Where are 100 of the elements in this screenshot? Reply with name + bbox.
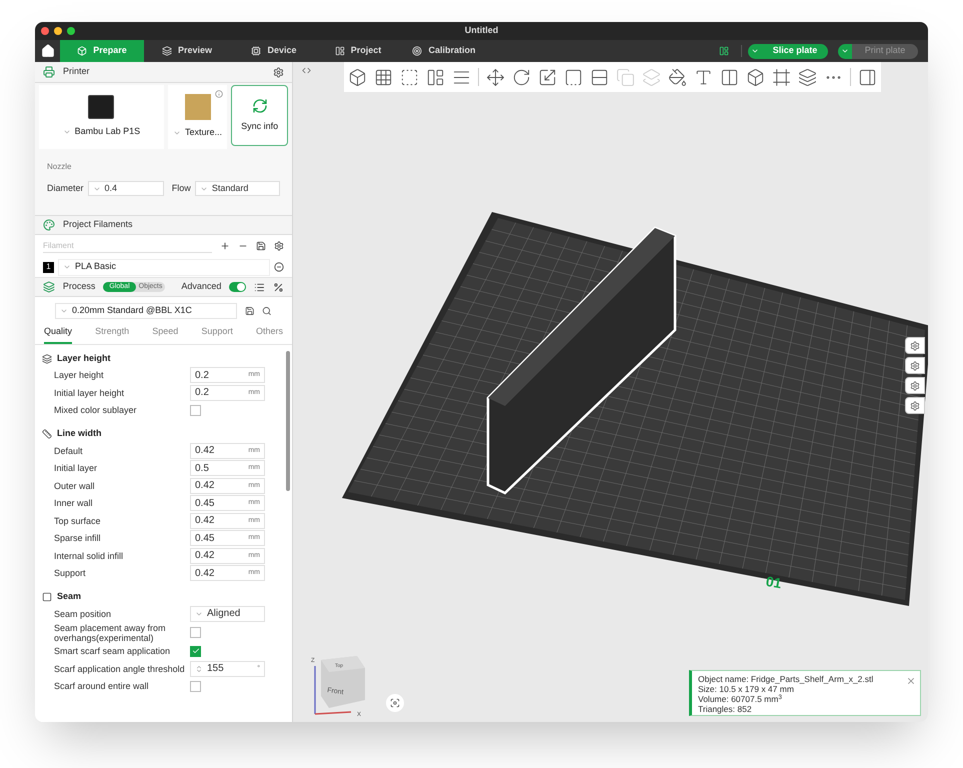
text-icon[interactable] [694, 68, 713, 86]
side-tool-button[interactable] [905, 377, 925, 394]
checkbox[interactable] [190, 680, 201, 692]
panel-title: Project Filaments [63, 218, 133, 232]
chevron-icon [751, 47, 759, 55]
section-title: Seam [57, 590, 82, 604]
main-tab[interactable]: Device [230, 40, 318, 62]
square-icon[interactable] [564, 68, 583, 86]
scale-icon[interactable] [538, 68, 557, 86]
plate-card[interactable]: Texture... [168, 85, 228, 149]
percent-icon[interactable] [273, 282, 284, 292]
setting-label: Initial layer height [54, 388, 126, 398]
window-title: Untitled [464, 24, 498, 38]
list-icon[interactable] [254, 282, 266, 292]
plate-image [184, 94, 211, 120]
close-window-button[interactable] [41, 27, 49, 35]
panel-title: Printer [63, 65, 91, 78]
setting-label: Layer height [54, 370, 105, 380]
chevron-icon [173, 129, 182, 137]
panel-title: Process [62, 280, 96, 294]
checkbox[interactable] [190, 404, 201, 416]
minimize-window-button[interactable] [54, 27, 62, 35]
cube-icon[interactable] [746, 68, 765, 86]
settings-tab[interactable]: Support [201, 325, 233, 344]
search-icon[interactable] [262, 306, 272, 316]
info-text: Size: 10.5 x 179 x 47 mm [698, 684, 795, 694]
sync-info-button[interactable]: Sync info [231, 85, 288, 146]
settings-tab[interactable]: Quality [44, 325, 72, 344]
select-field[interactable]: Aligned [190, 606, 265, 622]
chevron-icon [841, 47, 849, 55]
settings-tab[interactable]: Others [256, 325, 283, 344]
layout-icon[interactable] [719, 46, 729, 56]
rows-icon[interactable] [590, 68, 609, 86]
settings-tab[interactable]: Speed [152, 325, 178, 344]
square-icon[interactable] [400, 68, 419, 86]
add-icon[interactable] [220, 241, 230, 251]
settings-tab[interactable]: Strength [95, 325, 130, 344]
advanced-toggle[interactable] [229, 282, 246, 292]
printer-name: Bambu Lab P1S [74, 125, 140, 138]
side-tool-button[interactable] [905, 397, 925, 414]
panel-icon[interactable] [426, 68, 445, 86]
printer-card[interactable]: Bambu Lab P1S [39, 85, 164, 149]
toggle-label: Advanced [181, 280, 222, 294]
save-icon[interactable] [256, 241, 266, 251]
filament-number: 1 [43, 262, 54, 272]
plate-number: 01 [764, 572, 783, 592]
side-tool-button[interactable] [905, 337, 925, 354]
focus-button[interactable] [386, 694, 404, 712]
main-tab[interactable]: Project [318, 40, 398, 62]
close-icon[interactable] [906, 676, 916, 686]
setting-label: Inner wall [54, 498, 94, 508]
square-icon [42, 592, 52, 602]
ruler-icon [42, 429, 52, 439]
info-icon[interactable] [215, 90, 224, 98]
side-tool-button[interactable] [905, 357, 925, 374]
main-tab[interactable]: Calibration [398, 40, 490, 62]
zoom-window-button[interactable] [67, 27, 75, 35]
filament-search-field[interactable]: Filament [43, 239, 212, 253]
home-icon[interactable] [40, 44, 54, 58]
checkbox[interactable] [190, 627, 201, 638]
layers-icon [162, 46, 172, 56]
frame-icon[interactable] [772, 68, 791, 86]
setting-label: Smart scarf seam application [54, 646, 172, 656]
columns-icon[interactable] [720, 68, 739, 86]
printer-icon [43, 66, 55, 78]
dropdown-button[interactable] [838, 44, 852, 58]
settings-icon[interactable] [273, 66, 284, 78]
scrollbar-thumb[interactable] [286, 350, 290, 490]
panel-icon [334, 46, 345, 56]
collapse-icon[interactable] [302, 66, 311, 75]
setting-label: Scarf around entire wall [54, 681, 150, 692]
chip-icon [251, 46, 262, 56]
cube-icon [77, 46, 88, 56]
paint-bucket-icon[interactable] [668, 68, 687, 86]
filament-select[interactable]: PLA Basic [58, 258, 270, 276]
chevron-icon [63, 263, 71, 271]
dropdown-button[interactable] [748, 44, 762, 58]
refresh-icon [252, 98, 268, 114]
save-icon[interactable] [244, 306, 254, 316]
setting-label: Scarf application angle threshold [54, 664, 186, 674]
grid-icon[interactable] [374, 68, 393, 86]
field-label: Flow [172, 182, 191, 195]
diameter-select[interactable]: 0.4 [88, 181, 164, 196]
remove-icon[interactable] [274, 262, 284, 272]
setting-label: Top surface [54, 516, 102, 526]
preset-select[interactable]: 0.20mm Standard @BBL X1C [55, 303, 237, 319]
gear-icon [910, 340, 920, 350]
target-icon [412, 46, 422, 56]
rotate-icon[interactable] [512, 68, 531, 86]
settings-icon[interactable] [274, 241, 284, 251]
move-icon[interactable] [486, 68, 505, 86]
gear-icon [910, 400, 920, 410]
flow-select[interactable]: Standard [194, 181, 280, 196]
panel-icon[interactable] [858, 68, 877, 86]
setting-label: Initial layer [54, 463, 98, 474]
info-text: Volume: 60707.5 mm$^{3}$ [698, 694, 783, 704]
checkbox[interactable] [190, 646, 201, 657]
main-tab[interactable]: Preview [144, 40, 230, 62]
layers-icon[interactable] [798, 68, 817, 86]
setting-label: Seam placement away from overhangs(experimental) [54, 622, 167, 642]
